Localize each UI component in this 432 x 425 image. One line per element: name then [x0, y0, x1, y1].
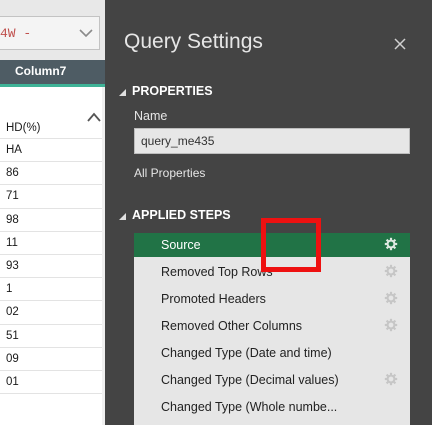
pane-title: Query Settings [124, 30, 263, 53]
all-properties-link[interactable]: All Properties [134, 166, 205, 180]
applied-step[interactable]: Source [134, 233, 410, 257]
gear-icon[interactable] [384, 264, 398, 278]
applied-step[interactable]: Changed Type (Date and time) [134, 341, 410, 365]
applied-steps-list: Source Removed Top Rows Promoted Headers Re… [134, 233, 410, 425]
gear-icon[interactable] [384, 318, 398, 332]
table-cell: 51 [6, 329, 19, 342]
chevron-down-icon[interactable] [78, 27, 94, 39]
applied-steps-section-header[interactable]: APPLIED STEPS [118, 208, 231, 222]
applied-step[interactable]: Changed Type (Whole numbe... [134, 395, 410, 419]
table-row[interactable]: 01 [0, 371, 105, 395]
triangle-down-icon [119, 212, 126, 220]
table-row[interactable]: 86 [0, 162, 105, 186]
table-row[interactable]: 93 [0, 255, 105, 279]
table-cell: 02 [6, 306, 19, 319]
table-cell: 98 [6, 213, 19, 226]
table-cell: 11 [6, 236, 18, 249]
gear-icon[interactable] [384, 237, 398, 251]
properties-heading: PROPERTIES [132, 84, 213, 98]
column-header-label: Column7 [15, 64, 67, 78]
applied-step[interactable]: Changed Type (Decimal values) [134, 368, 410, 392]
table-row[interactable]: 1 [0, 278, 105, 302]
applied-step-label: Changed Type (Whole numbe... [161, 400, 338, 414]
table-cell: HD(%) [6, 122, 41, 134]
applied-step[interactable]: Removed Other Columns [134, 314, 410, 338]
table-cell: 93 [6, 259, 19, 272]
properties-section-header[interactable]: PROPERTIES [118, 84, 213, 98]
applied-step-label: Removed Top Rows [161, 265, 273, 279]
table-row[interactable]: HA [0, 139, 105, 163]
grid-toolbar: 4W - [0, 0, 105, 60]
applied-step-label: Changed Type (Decimal values) [161, 373, 339, 387]
column-header-column7[interactable]: Column7 [0, 60, 105, 87]
applied-step-label: Removed Other Columns [161, 319, 303, 333]
table-row[interactable]: 51 [0, 325, 105, 348]
query-name-input[interactable] [134, 128, 410, 154]
query-selector-value: 4W - [0, 26, 32, 41]
applied-step-label: Source [161, 238, 201, 252]
table-row[interactable]: 09 [0, 348, 105, 371]
scroll-up-arrow-icon[interactable] [86, 110, 102, 124]
applied-step-label: Promoted Headers [161, 292, 266, 306]
triangle-down-icon [119, 88, 126, 96]
table-row[interactable]: 98 [0, 209, 105, 232]
data-grid-fragment: 4W - Column7 HD(%) HA 86 71 98 11 93 1 0… [0, 0, 105, 425]
query-settings-pane: Query Settings PROPERTIES Name All Prope… [105, 0, 432, 425]
gear-icon[interactable] [384, 291, 398, 305]
table-cell: 86 [6, 167, 19, 180]
table-cell: 09 [6, 352, 19, 365]
table-row[interactable]: 02 [0, 301, 105, 325]
table-cell: 1 [6, 283, 13, 296]
table-row[interactable]: 71 [0, 185, 105, 209]
table-cell: 71 [6, 190, 19, 203]
table-cell: 01 [6, 375, 19, 388]
table-row[interactable]: 11 [0, 232, 105, 255]
applied-step-label: Changed Type (Date and time) [161, 346, 332, 360]
name-label: Name [134, 109, 168, 123]
gear-icon[interactable] [384, 372, 398, 386]
grid-rows: HD(%) HA 86 71 98 11 93 1 02 51 09 01 [0, 87, 105, 395]
close-icon[interactable] [393, 37, 407, 51]
query-selector-dropdown[interactable]: 4W - [0, 16, 100, 50]
applied-step[interactable]: Promoted Headers [134, 287, 410, 311]
applied-steps-heading: APPLIED STEPS [132, 208, 231, 222]
applied-step[interactable]: Removed Top Rows [134, 260, 410, 284]
table-cell: HA [6, 144, 22, 156]
